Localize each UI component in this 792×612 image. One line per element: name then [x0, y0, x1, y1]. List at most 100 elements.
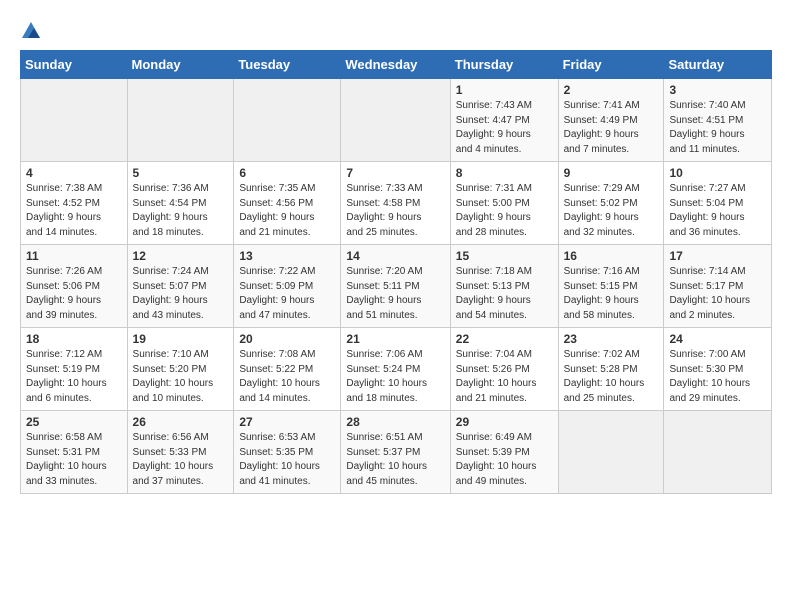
header-saturday: Saturday [664, 51, 772, 79]
day-number: 22 [456, 332, 553, 346]
day-detail: Sunrise: 7:18 AM Sunset: 5:13 PM Dayligh… [456, 265, 553, 323]
day-number: 13 [239, 249, 335, 263]
day-number: 18 [26, 332, 122, 346]
calendar-cell: 19 Sunrise: 7:10 AM Sunset: 5:20 PM Dayli… [127, 328, 234, 411]
day-detail: Sunrise: 7:24 AM Sunset: 5:07 PM Dayligh… [133, 265, 229, 323]
day-detail: Sunrise: 7:29 AM Sunset: 5:02 PM Dayligh… [564, 182, 659, 240]
day-number: 24 [669, 332, 766, 346]
day-detail: Sunrise: 7:27 AM Sunset: 5:04 PM Dayligh… [669, 182, 766, 240]
day-number: 25 [26, 415, 122, 429]
calendar-cell [341, 79, 450, 162]
day-detail: Sunrise: 7:35 AM Sunset: 4:56 PM Dayligh… [239, 182, 335, 240]
calendar-cell: 1 Sunrise: 7:43 AM Sunset: 4:47 PM Daylig… [450, 79, 558, 162]
calendar-cell: 26 Sunrise: 6:56 AM Sunset: 5:33 PM Dayli… [127, 411, 234, 494]
day-detail: Sunrise: 6:58 AM Sunset: 5:31 PM Dayligh… [26, 431, 122, 489]
day-number: 19 [133, 332, 229, 346]
week-row-4: 25 Sunrise: 6:58 AM Sunset: 5:31 PM Dayli… [21, 411, 772, 494]
calendar-cell: 21 Sunrise: 7:06 AM Sunset: 5:24 PM Dayli… [341, 328, 450, 411]
day-detail: Sunrise: 7:02 AM Sunset: 5:28 PM Dayligh… [564, 348, 659, 406]
day-detail: Sunrise: 7:43 AM Sunset: 4:47 PM Dayligh… [456, 99, 553, 157]
calendar-cell: 15 Sunrise: 7:18 AM Sunset: 5:13 PM Dayli… [450, 245, 558, 328]
day-detail: Sunrise: 7:33 AM Sunset: 4:58 PM Dayligh… [346, 182, 444, 240]
day-number: 11 [26, 249, 122, 263]
day-number: 14 [346, 249, 444, 263]
day-detail: Sunrise: 7:06 AM Sunset: 5:24 PM Dayligh… [346, 348, 444, 406]
day-number: 15 [456, 249, 553, 263]
day-detail: Sunrise: 7:38 AM Sunset: 4:52 PM Dayligh… [26, 182, 122, 240]
header-thursday: Thursday [450, 51, 558, 79]
day-detail: Sunrise: 7:00 AM Sunset: 5:30 PM Dayligh… [669, 348, 766, 406]
day-detail: Sunrise: 7:26 AM Sunset: 5:06 PM Dayligh… [26, 265, 122, 323]
calendar-cell: 16Sunrise: 7:16 AM Sunset: 5:15 PM Dayli… [558, 245, 664, 328]
header-monday: Monday [127, 51, 234, 79]
day-detail: Sunrise: 7:10 AM Sunset: 5:20 PM Dayligh… [133, 348, 229, 406]
header-row: SundayMondayTuesdayWednesdayThursdayFrid… [21, 51, 772, 79]
page-header [20, 16, 772, 42]
header-friday: Friday [558, 51, 664, 79]
calendar-cell: 17 Sunrise: 7:14 AM Sunset: 5:17 PM Dayli… [664, 245, 772, 328]
day-detail: Sunrise: 6:51 AM Sunset: 5:37 PM Dayligh… [346, 431, 444, 489]
calendar-cell: 4 Sunrise: 7:38 AM Sunset: 4:52 PM Daylig… [21, 162, 128, 245]
calendar-header: SundayMondayTuesdayWednesdayThursdayFrid… [21, 51, 772, 79]
calendar-cell: 24 Sunrise: 7:00 AM Sunset: 5:30 PM Dayli… [664, 328, 772, 411]
day-detail: Sunrise: 6:56 AM Sunset: 5:33 PM Dayligh… [133, 431, 229, 489]
day-number: 26 [133, 415, 229, 429]
calendar-cell: 3 Sunrise: 7:40 AM Sunset: 4:51 PM Daylig… [664, 79, 772, 162]
day-number: 16 [564, 249, 659, 263]
day-detail: Sunrise: 7:36 AM Sunset: 4:54 PM Dayligh… [133, 182, 229, 240]
calendar-cell: 20 Sunrise: 7:08 AM Sunset: 5:22 PM Dayli… [234, 328, 341, 411]
week-row-3: 18 Sunrise: 7:12 AM Sunset: 5:19 PM Dayli… [21, 328, 772, 411]
day-detail: Sunrise: 7:12 AM Sunset: 5:19 PM Dayligh… [26, 348, 122, 406]
day-number: 3 [669, 83, 766, 97]
calendar-cell: 6 Sunrise: 7:35 AM Sunset: 4:56 PM Daylig… [234, 162, 341, 245]
week-row-0: 1 Sunrise: 7:43 AM Sunset: 4:47 PM Daylig… [21, 79, 772, 162]
day-detail: Sunrise: 7:22 AM Sunset: 5:09 PM Dayligh… [239, 265, 335, 323]
day-number: 28 [346, 415, 444, 429]
day-number: 27 [239, 415, 335, 429]
calendar-cell [234, 79, 341, 162]
day-detail: Sunrise: 7:08 AM Sunset: 5:22 PM Dayligh… [239, 348, 335, 406]
calendar-cell: 27Sunrise: 6:53 AM Sunset: 5:35 PM Dayli… [234, 411, 341, 494]
calendar-cell: 7Sunrise: 7:33 AM Sunset: 4:58 PM Daylig… [341, 162, 450, 245]
calendar-cell: 9 Sunrise: 7:29 AM Sunset: 5:02 PM Daylig… [558, 162, 664, 245]
logo-icon [20, 20, 42, 42]
calendar-cell [127, 79, 234, 162]
day-number: 1 [456, 83, 553, 97]
day-detail: Sunrise: 7:40 AM Sunset: 4:51 PM Dayligh… [669, 99, 766, 157]
day-detail: Sunrise: 7:04 AM Sunset: 5:26 PM Dayligh… [456, 348, 553, 406]
day-number: 2 [564, 83, 659, 97]
calendar-cell: 14 Sunrise: 7:20 AM Sunset: 5:11 PM Dayli… [341, 245, 450, 328]
header-wednesday: Wednesday [341, 51, 450, 79]
day-number: 4 [26, 166, 122, 180]
calendar-cell: 12Sunrise: 7:24 AM Sunset: 5:07 PM Dayli… [127, 245, 234, 328]
day-number: 17 [669, 249, 766, 263]
day-number: 9 [564, 166, 659, 180]
week-row-2: 11 Sunrise: 7:26 AM Sunset: 5:06 PM Dayli… [21, 245, 772, 328]
day-number: 21 [346, 332, 444, 346]
day-detail: Sunrise: 7:31 AM Sunset: 5:00 PM Dayligh… [456, 182, 553, 240]
calendar-cell: 10 Sunrise: 7:27 AM Sunset: 5:04 PM Dayli… [664, 162, 772, 245]
day-number: 6 [239, 166, 335, 180]
calendar-cell: 11 Sunrise: 7:26 AM Sunset: 5:06 PM Dayli… [21, 245, 128, 328]
week-row-1: 4 Sunrise: 7:38 AM Sunset: 4:52 PM Daylig… [21, 162, 772, 245]
day-number: 20 [239, 332, 335, 346]
calendar-cell: 5 Sunrise: 7:36 AM Sunset: 4:54 PM Daylig… [127, 162, 234, 245]
day-detail: Sunrise: 7:41 AM Sunset: 4:49 PM Dayligh… [564, 99, 659, 157]
calendar-cell: 2 Sunrise: 7:41 AM Sunset: 4:49 PM Daylig… [558, 79, 664, 162]
calendar-cell [21, 79, 128, 162]
day-number: 29 [456, 415, 553, 429]
calendar-cell [558, 411, 664, 494]
day-detail: Sunrise: 6:49 AM Sunset: 5:39 PM Dayligh… [456, 431, 553, 489]
day-number: 10 [669, 166, 766, 180]
logo [20, 20, 46, 42]
calendar-cell [664, 411, 772, 494]
day-detail: Sunrise: 7:20 AM Sunset: 5:11 PM Dayligh… [346, 265, 444, 323]
calendar-cell: 23 Sunrise: 7:02 AM Sunset: 5:28 PM Dayli… [558, 328, 664, 411]
day-number: 23 [564, 332, 659, 346]
calendar-table: SundayMondayTuesdayWednesdayThursdayFrid… [20, 50, 772, 494]
day-number: 5 [133, 166, 229, 180]
calendar-body: 1 Sunrise: 7:43 AM Sunset: 4:47 PM Daylig… [21, 79, 772, 494]
calendar-cell: 22 Sunrise: 7:04 AM Sunset: 5:26 PM Dayli… [450, 328, 558, 411]
day-detail: Sunrise: 7:14 AM Sunset: 5:17 PM Dayligh… [669, 265, 766, 323]
calendar-cell: 29 Sunrise: 6:49 AM Sunset: 5:39 PM Dayli… [450, 411, 558, 494]
